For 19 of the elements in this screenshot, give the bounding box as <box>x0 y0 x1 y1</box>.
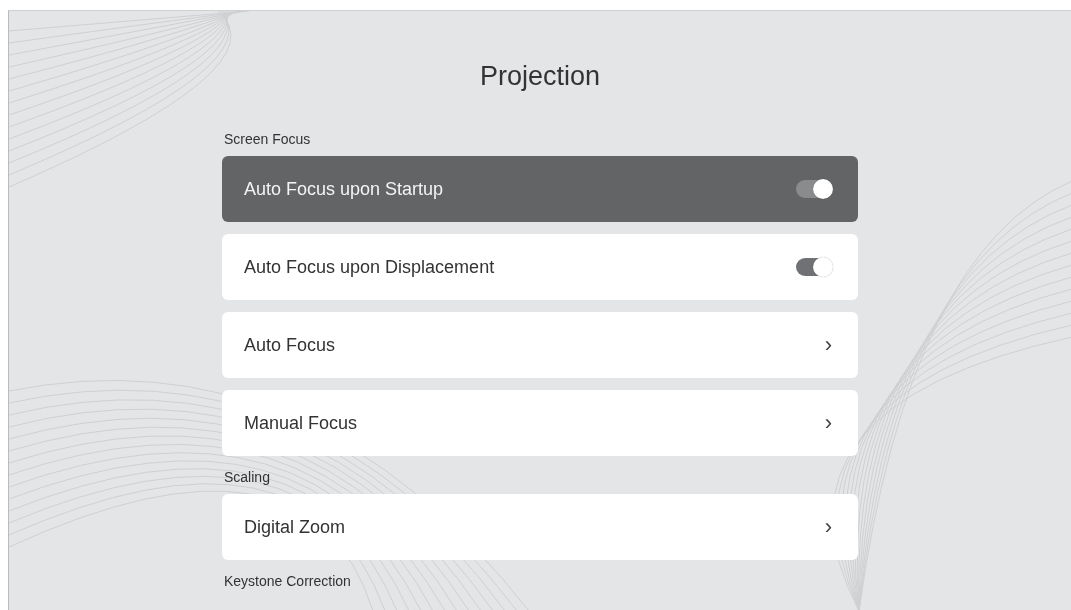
section-header: Keystone Correction <box>223 572 352 591</box>
section-header: Scaling <box>223 468 271 487</box>
item-label: Auto Focus upon Displacement <box>244 256 495 278</box>
item-label: Auto Focus <box>244 334 336 356</box>
item-label: Manual Focus <box>244 412 358 434</box>
section-header: Screen Focus <box>223 130 312 149</box>
settings-item[interactable]: Manual Focus › <box>222 390 858 456</box>
settings-item[interactable]: Auto Focus upon Startup <box>222 156 858 222</box>
item-label: Auto Focus upon Startup <box>244 178 444 200</box>
settings-item[interactable]: Auto Focus › <box>222 312 858 378</box>
item-label: Digital Zoom <box>244 516 346 538</box>
toggle-switch[interactable] <box>796 258 832 276</box>
chevron-icon: › <box>824 332 832 358</box>
toggle-switch[interactable] <box>796 180 832 198</box>
page-title: Projection <box>479 61 601 92</box>
chevron-icon: › <box>824 410 832 436</box>
settings-item[interactable]: Digital Zoom › <box>222 494 858 560</box>
chevron-icon: › <box>824 514 832 540</box>
settings-item[interactable]: Auto Focus upon Displacement <box>222 234 858 300</box>
